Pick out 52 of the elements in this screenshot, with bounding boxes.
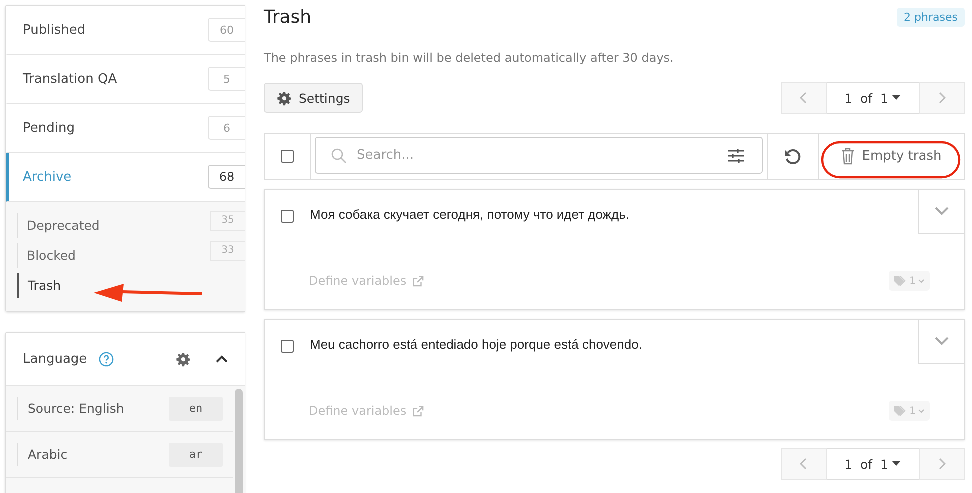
phrase-checkbox[interactable] — [281, 340, 294, 353]
scrollbar[interactable] — [235, 389, 243, 493]
phrase-text: Моя собака скучает сегодня, потому что идет дождь. — [310, 207, 630, 222]
page-select[interactable]: 1 of 1 — [827, 448, 919, 480]
language-code: en — [169, 396, 223, 420]
status-item[interactable]: Pending 6 — [6, 104, 245, 153]
count-badge: 6 — [208, 116, 245, 140]
caret-icon — [918, 278, 925, 284]
language-item[interactable]: Source: English en — [6, 386, 233, 432]
external-link-icon — [412, 406, 424, 416]
chevron-left-icon — [800, 92, 808, 104]
help-icon[interactable] — [99, 352, 114, 366]
settings-icon[interactable] — [176, 352, 191, 366]
count-badge: 33 — [210, 240, 245, 260]
phrase-checkbox[interactable] — [281, 210, 294, 223]
search-bar[interactable]: Search... — [315, 137, 763, 174]
chevron-down-icon — [934, 337, 948, 346]
search-icon — [331, 148, 347, 164]
trash-note: The phrases in trash bin will be deleted automatically after 30 days. — [264, 51, 675, 65]
chevron-right-icon — [938, 458, 946, 470]
restore-icon[interactable] — [784, 148, 802, 166]
count-badge: 5 — [208, 67, 245, 91]
phrase-text: Meu cachorro está entediado hoje porque está chovendo. — [310, 337, 644, 352]
collapse-icon[interactable] — [215, 354, 229, 364]
substatus-item[interactable]: Blocked 33 — [17, 243, 245, 268]
count-badge: 68 — [208, 165, 245, 189]
language-item[interactable]: Arabic ar — [6, 432, 233, 478]
language-code: ar — [169, 442, 223, 466]
chevron-down-icon — [934, 207, 948, 216]
select-all-checkbox[interactable] — [281, 150, 294, 163]
chevron-right-icon — [938, 92, 946, 104]
language-title: Language — [23, 352, 88, 366]
page-select[interactable]: 1 of 1 — [827, 82, 919, 114]
caret-icon — [892, 95, 902, 101]
caret-icon — [918, 408, 925, 414]
external-link-icon — [412, 276, 424, 286]
count-badge: 35 — [210, 210, 245, 230]
tag-icon — [894, 406, 908, 416]
count-badge: 60 — [208, 18, 245, 42]
page-title: Trash — [264, 7, 312, 28]
substatus-item[interactable]: Deprecated 35 — [17, 213, 245, 238]
search-input[interactable]: Search... — [357, 146, 718, 165]
chevron-left-icon — [800, 458, 808, 470]
gear-icon — [277, 90, 292, 106]
status-item[interactable]: Translation QA 5 — [6, 55, 245, 104]
settings-button[interactable]: Settings — [264, 83, 364, 113]
tag-icon — [894, 276, 908, 286]
phrase-count-badge: 2 phrases — [897, 8, 965, 27]
status-item[interactable]: Published 60 — [6, 6, 245, 55]
trash-icon — [841, 148, 856, 165]
caret-icon — [892, 461, 902, 467]
filter-icon[interactable] — [728, 148, 744, 162]
